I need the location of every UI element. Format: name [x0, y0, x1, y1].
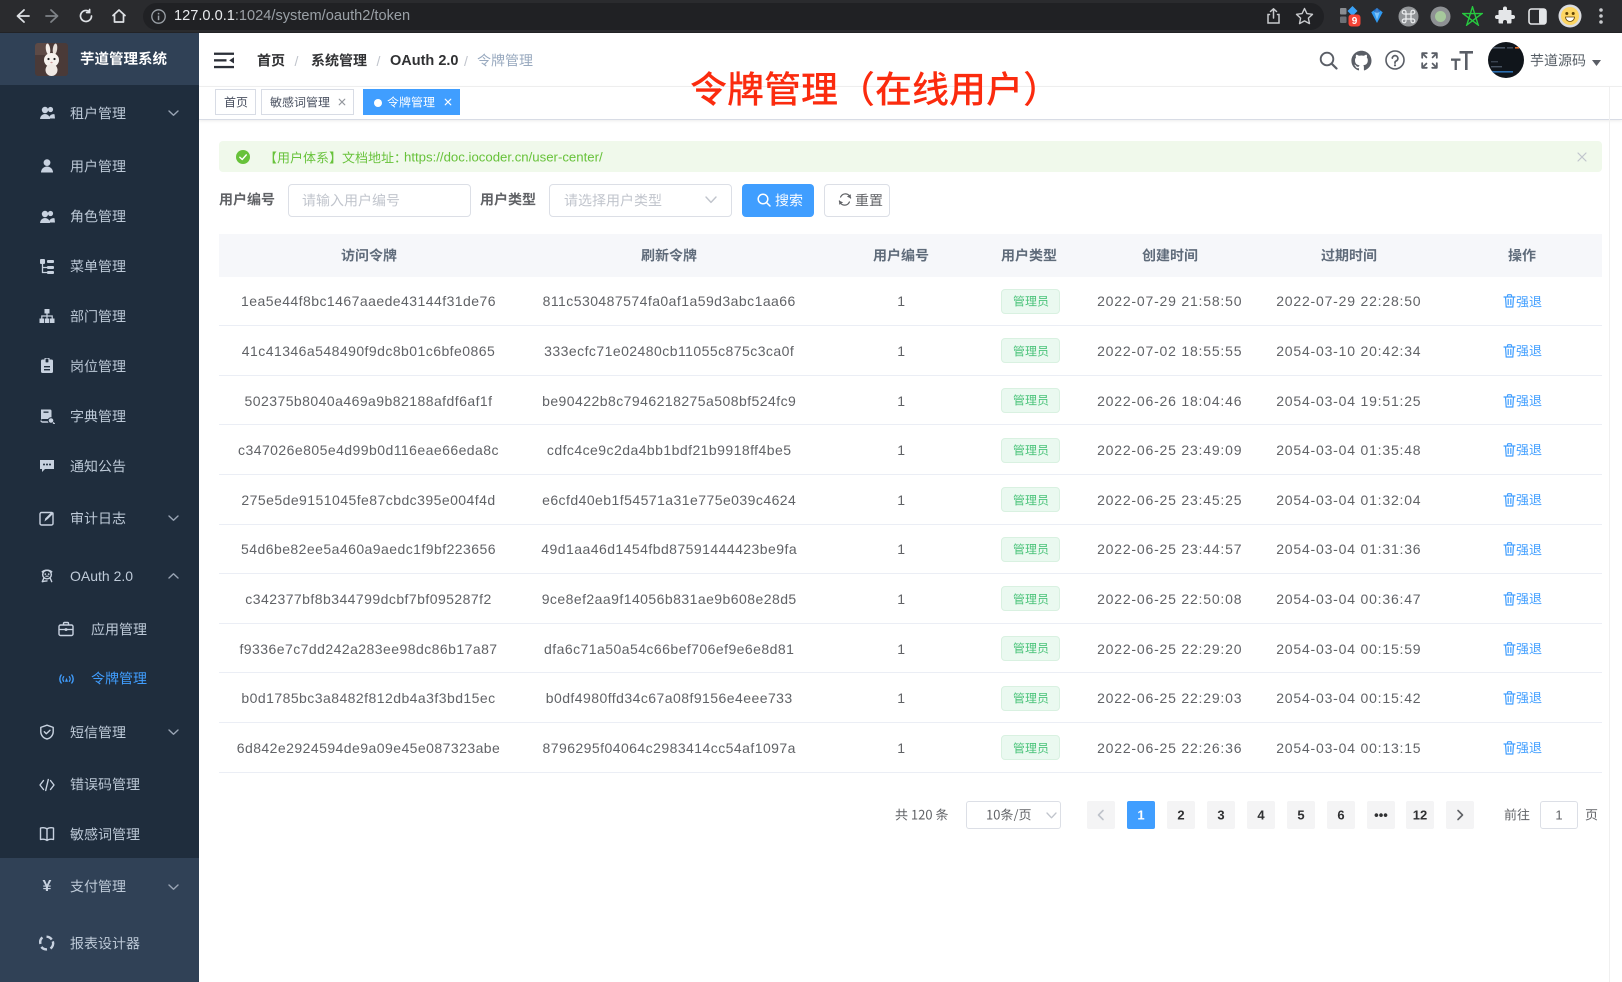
svg-text:9: 9	[1352, 16, 1358, 27]
